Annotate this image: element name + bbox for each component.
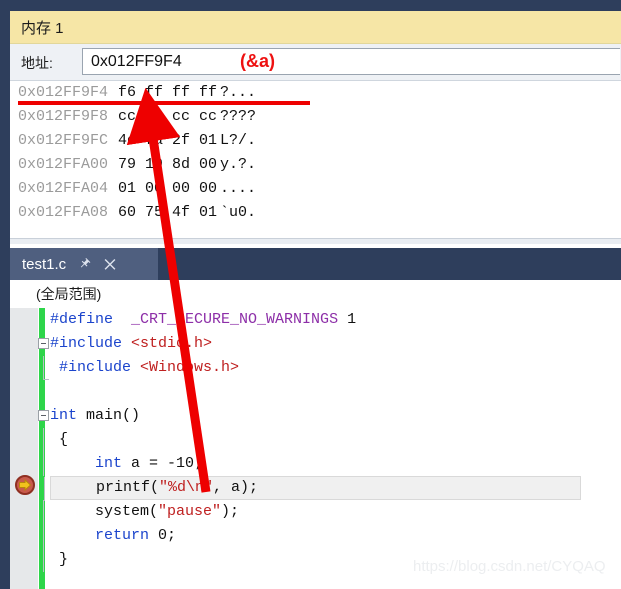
code-token: , a); bbox=[213, 479, 259, 496]
memory-row-bytes: cc cc cc cc bbox=[118, 108, 218, 125]
scope-bar: (全局范围) bbox=[10, 280, 621, 309]
memory-row-ascii: y.?. bbox=[220, 156, 257, 173]
fold-guide-line bbox=[43, 500, 44, 524]
code-token: int bbox=[95, 455, 123, 472]
memory-window: 内存 1 地址: 0x012FF9F4 (&a) 0x012FF9F4 f6 ff… bbox=[10, 11, 621, 244]
code-line-current[interactable]: printf("%d\n", a); bbox=[44, 476, 581, 501]
code-token: #include bbox=[50, 335, 123, 352]
memory-window-tab[interactable]: 内存 1 bbox=[10, 11, 64, 43]
address-annotation-label: (&a) bbox=[240, 51, 275, 71]
memory-row[interactable]: 0x012FF9F8 cc cc cc cc???? bbox=[10, 105, 621, 129]
memory-row-address: 0x012FF9F8 bbox=[18, 108, 109, 125]
code-token: #define bbox=[50, 311, 114, 328]
code-token: 1 bbox=[338, 311, 357, 328]
code-token: #include bbox=[50, 359, 132, 376]
code-line[interactable]: #include <stdio.h> bbox=[38, 332, 621, 356]
watermark: https://blog.csdn.net/CYQAQ bbox=[413, 558, 606, 575]
breakpoint-current-statement-icon[interactable] bbox=[15, 475, 35, 495]
memory-row-address: 0x012FFA00 bbox=[18, 156, 109, 173]
memory-row[interactable]: 0x012FF9F4 f6 ff ff ff?... bbox=[10, 81, 621, 105]
memory-row-address: 0x012FFA08 bbox=[18, 204, 109, 221]
code-token: <stdio.h> bbox=[131, 335, 213, 352]
code-token: 0; bbox=[149, 527, 177, 544]
code-token: <Windows.h> bbox=[140, 359, 240, 376]
window-splitter[interactable] bbox=[10, 238, 621, 244]
editor-tab-test1-c[interactable]: test1.c bbox=[10, 248, 158, 280]
collapse-region-icon[interactable] bbox=[38, 410, 49, 421]
code-line[interactable]: int a = -10; bbox=[43, 452, 621, 476]
fold-guide-line bbox=[43, 452, 44, 476]
fold-guide-line bbox=[43, 524, 44, 548]
code-token: return bbox=[95, 527, 150, 544]
memory-row-bytes: f6 ff ff ff bbox=[118, 84, 218, 101]
memory-row-ascii: ?... bbox=[220, 84, 257, 101]
code-token: system( bbox=[50, 503, 159, 520]
editor-tabstrip: test1.c bbox=[10, 248, 621, 280]
address-label: 地址: bbox=[21, 55, 53, 71]
editor-gutter[interactable] bbox=[10, 308, 38, 589]
memory-row-ascii: L?/. bbox=[220, 132, 257, 149]
memory-row-ascii: .... bbox=[220, 180, 257, 197]
code-line[interactable] bbox=[50, 380, 621, 404]
visual-studio-debug-screenshot: 内存 1 地址: 0x012FF9F4 (&a) 0x012FF9F4 f6 ff… bbox=[0, 0, 621, 589]
close-icon[interactable] bbox=[103, 257, 117, 271]
code-token: _CRT_SECURE_NO_WARNINGS bbox=[131, 311, 339, 328]
memory-address-toolbar: 地址: 0x012FF9F4 (&a) bbox=[10, 43, 621, 80]
code-line[interactable]: int main() bbox=[38, 404, 621, 428]
change-bar bbox=[39, 308, 45, 589]
pin-icon[interactable] bbox=[78, 257, 92, 271]
memory-window-tab-label: 内存 1 bbox=[21, 19, 64, 37]
window-chrome-left bbox=[0, 0, 10, 589]
scope-dropdown-value: (全局范围) bbox=[36, 286, 102, 302]
code-token: main() bbox=[77, 407, 141, 424]
memory-row-bytes: 4c fa 2f 01 bbox=[118, 132, 218, 149]
memory-row-bytes: 60 75 4f 01 bbox=[118, 204, 218, 221]
code-token: "pause" bbox=[158, 503, 222, 520]
code-token: a = -10; bbox=[122, 455, 204, 472]
memory-row-bytes: 79 19 8d 00 bbox=[118, 156, 218, 173]
code-lines[interactable]: #define _CRT_SECURE_NO_WARNINGS 1 #includ… bbox=[38, 308, 621, 589]
collapse-region-icon[interactable] bbox=[38, 338, 49, 349]
memory-row-ascii: ???? bbox=[220, 108, 257, 125]
code-line[interactable]: { bbox=[43, 428, 621, 452]
code-line[interactable]: #define _CRT_SECURE_NO_WARNINGS 1 bbox=[50, 308, 621, 332]
memory-row-address: 0x012FF9F4 bbox=[18, 84, 109, 101]
memory-hex-rows[interactable]: 0x012FF9F4 f6 ff ff ff?... 0x012FF9F8 cc cc… bbox=[10, 80, 621, 244]
editor-tab-label: test1.c bbox=[22, 255, 67, 273]
fold-guide-line bbox=[43, 548, 44, 572]
code-token: } bbox=[50, 551, 69, 568]
fold-guide-line bbox=[43, 428, 44, 452]
code-line[interactable]: return 0; bbox=[43, 524, 621, 548]
memory-row-address: 0x012FFA04 bbox=[18, 180, 109, 197]
fold-guide-line bbox=[43, 356, 49, 380]
fold-guide-line bbox=[44, 477, 45, 501]
memory-tabstrip: 内存 1 bbox=[10, 11, 621, 43]
code-editor-window: test1.c (全局范围) #define _CRT_SECURE_NO_WA… bbox=[10, 248, 621, 589]
window-chrome-top bbox=[0, 0, 621, 11]
scope-dropdown[interactable]: (全局范围) bbox=[36, 283, 101, 305]
address-input-value: 0x012FF9F4 bbox=[91, 53, 182, 70]
memory-row-address: 0x012FF9FC bbox=[18, 132, 109, 149]
memory-row[interactable]: 0x012FF9FC 4c fa 2f 01 L?/. bbox=[10, 129, 621, 153]
memory-row[interactable]: 0x012FFA04 01 00 00 00.... bbox=[10, 177, 621, 201]
code-area[interactable]: #define _CRT_SECURE_NO_WARNINGS 1 #includ… bbox=[10, 308, 621, 589]
code-token: "%d\n" bbox=[159, 479, 214, 496]
code-token: ); bbox=[221, 503, 240, 520]
code-token: { bbox=[50, 431, 69, 448]
memory-row-bytes: 01 00 00 00 bbox=[118, 180, 218, 197]
code-token: printf( bbox=[51, 479, 160, 496]
memory-row[interactable]: 0x012FFA08 60 75 4f 01 `u0. bbox=[10, 201, 621, 225]
address-input[interactable]: 0x012FF9F4 (&a) bbox=[82, 48, 620, 75]
code-line[interactable]: #include <Windows.h> bbox=[43, 356, 621, 380]
memory-row[interactable]: 0x012FFA00 79 19 8d 00 y.?. bbox=[10, 153, 621, 177]
code-line[interactable]: system("pause"); bbox=[43, 500, 621, 524]
memory-row-ascii: `u0. bbox=[220, 204, 257, 221]
code-token: int bbox=[50, 407, 78, 424]
